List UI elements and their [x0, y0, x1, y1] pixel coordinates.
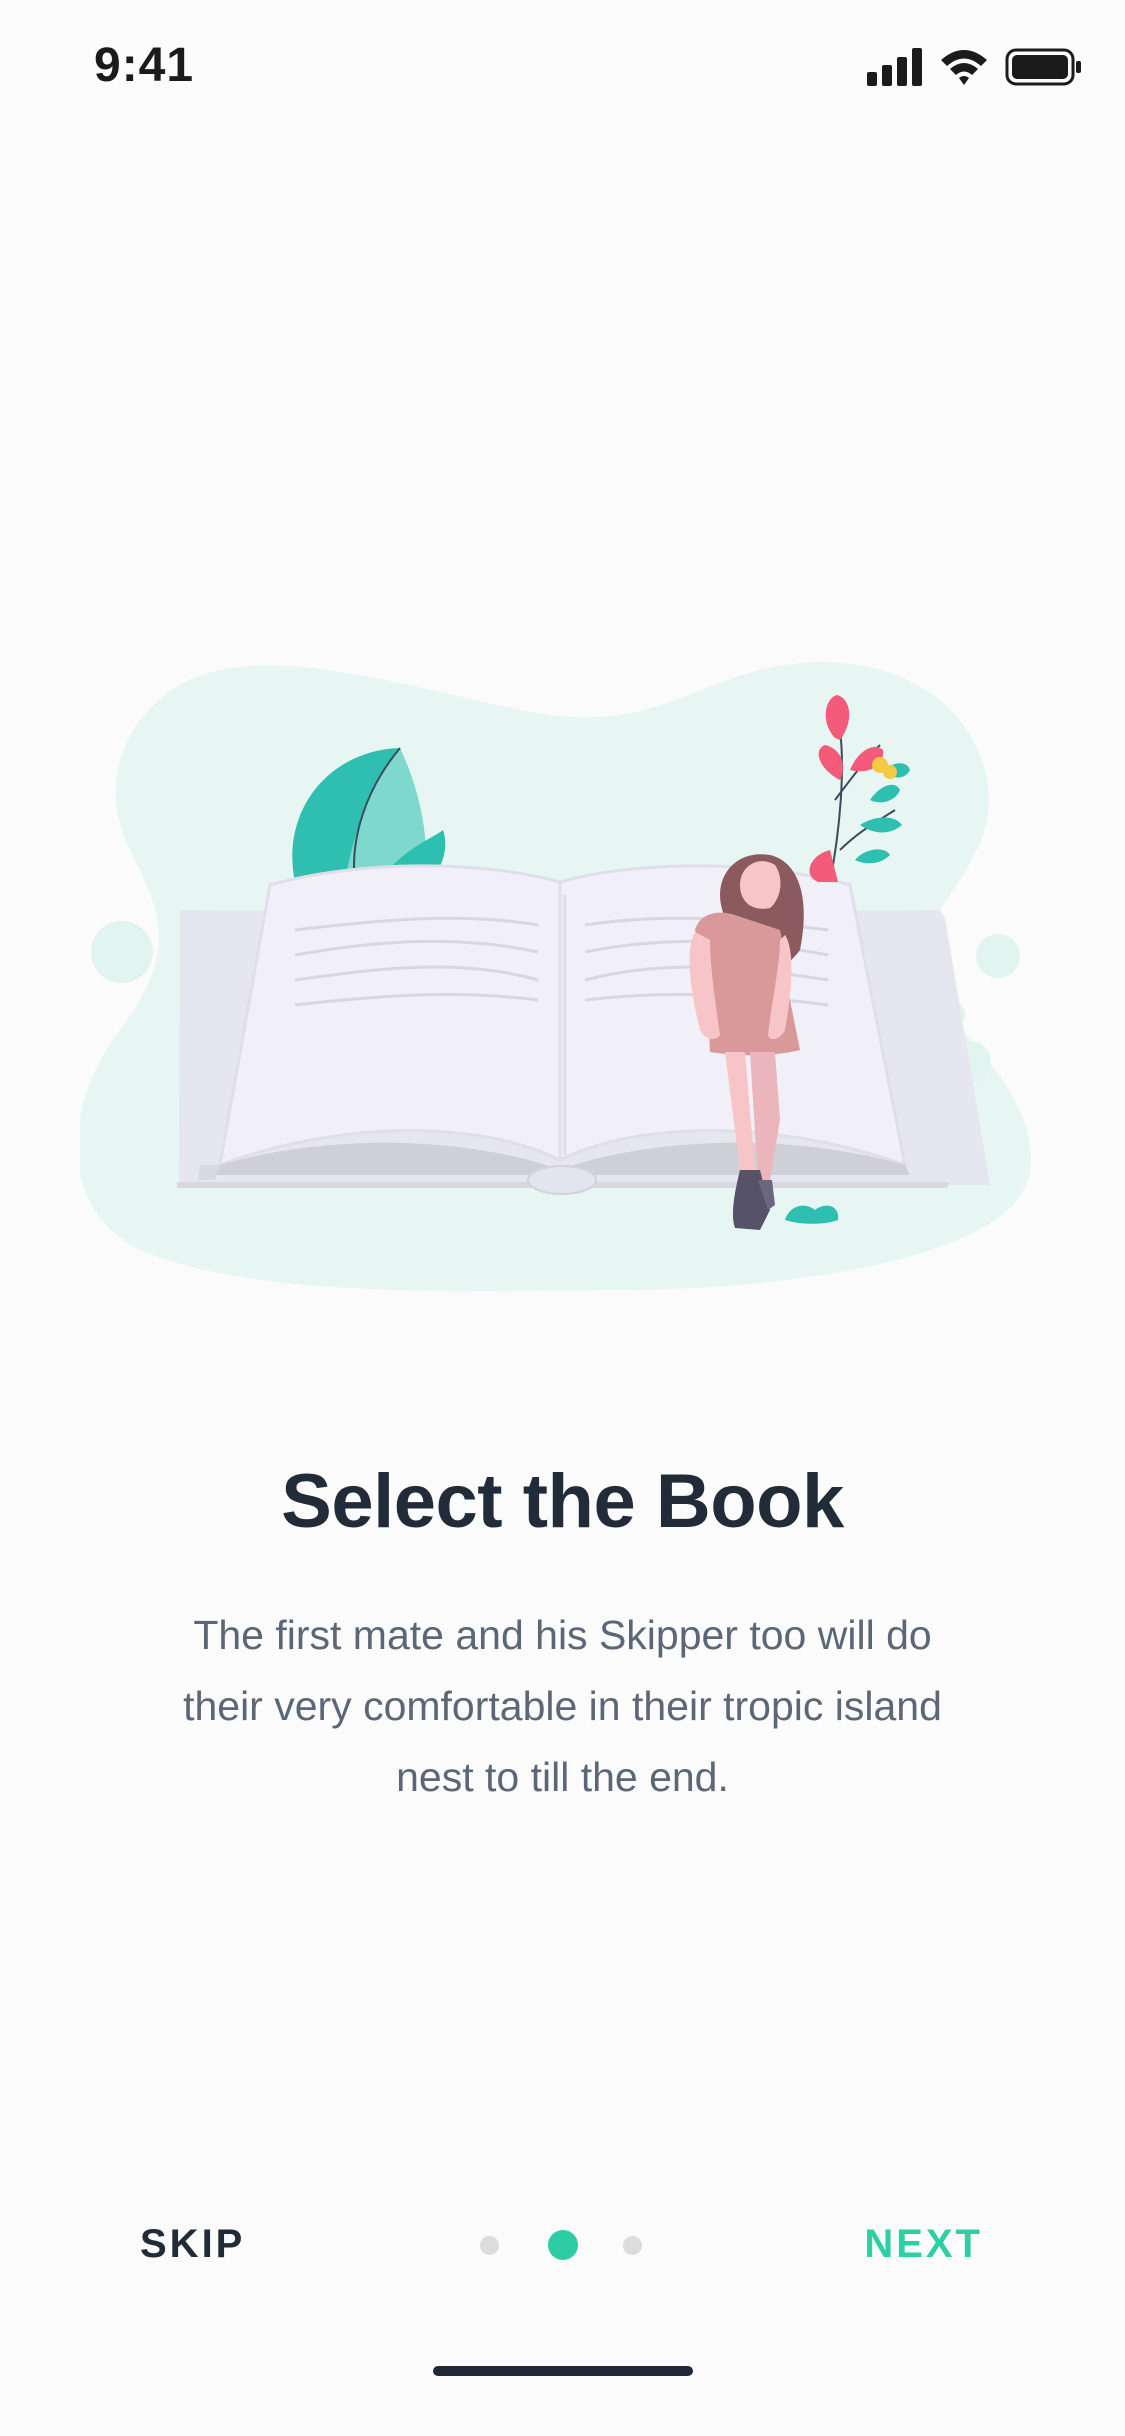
status-icons [867, 48, 1087, 88]
next-button[interactable]: NEXT [864, 2222, 983, 2267]
wifi-icon [941, 50, 987, 85]
onboarding-title: Select the Book [281, 1459, 844, 1544]
skip-button[interactable]: SKIP [140, 2222, 245, 2267]
status-time: 9:41 [94, 39, 195, 92]
page-dot-2-active[interactable] [548, 2230, 578, 2260]
onboarding-description: The first mate and his Skipper too will … [183, 1612, 942, 1800]
battery-icon [1005, 48, 1081, 86]
page-dot-1[interactable] [480, 2236, 499, 2255]
page-indicator [480, 2230, 650, 2260]
home-indicator[interactable] [433, 2366, 693, 2376]
status-bar: 9:41 [0, 0, 1125, 132]
page-dot-3[interactable] [623, 2236, 642, 2255]
signal-icon [867, 48, 922, 86]
onboarding-illustration [80, 662, 1031, 1291]
